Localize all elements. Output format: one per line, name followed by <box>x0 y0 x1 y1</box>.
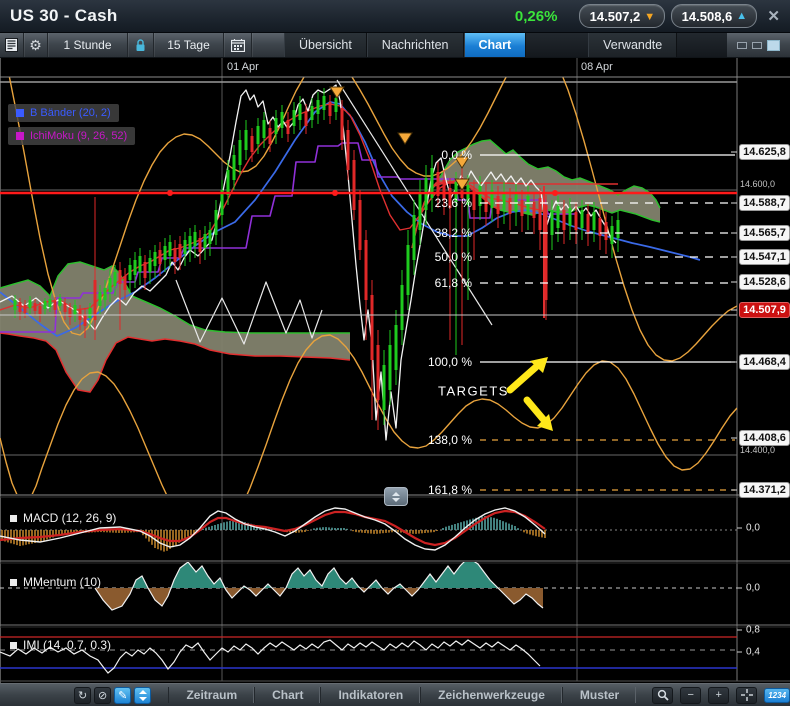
tile-large-icon[interactable] <box>767 39 780 51</box>
tool-button-indikatoren[interactable]: Indikatoren <box>320 687 420 703</box>
main-chart-layer <box>0 77 737 494</box>
change-percent: 0,26% <box>514 7 558 25</box>
sell-price-button[interactable]: 14.507,2 ▼ <box>579 4 666 28</box>
close-icon[interactable]: ✕ <box>767 7 780 25</box>
interval-dropdown[interactable]: 1 Stunde <box>48 33 128 57</box>
bottom-toolbar: ↻ ⊘ ✎ ZeitraumChart TypIndikatorenZeiche… <box>0 683 790 706</box>
tile-wide-icon[interactable] <box>752 41 762 49</box>
zoom-out-icon[interactable]: − <box>680 686 702 704</box>
panel-splitter-handle[interactable] <box>384 487 408 506</box>
splitter-down-icon <box>392 497 400 502</box>
disable-icon[interactable]: ⊘ <box>94 686 112 704</box>
arrow-up-icon: ▲ <box>736 9 748 22</box>
chart-region: 01 Apr 08 Apr B Bänder (20, 2) IchiMoku (9,… <box>0 58 790 683</box>
tool-button-zeitraum[interactable]: Zeitraum <box>168 687 254 703</box>
imi-panel <box>0 636 737 674</box>
values-1234-icon[interactable]: 1234 <box>764 687 790 703</box>
bottom-toolbar-buttons: ZeitraumChart TypIndikatorenZeichenwerkz… <box>168 684 636 706</box>
trading-app-window: US 30 - Cash 0,26% 14.507,2 ▼ 14.508,6 ▲… <box>0 0 790 706</box>
ichimoku-cloud <box>0 139 661 393</box>
news-list-icon[interactable] <box>0 33 24 57</box>
refresh-icon[interactable]: ↻ <box>74 686 92 704</box>
tab-verwandte[interactable]: Verwandte <box>588 33 678 57</box>
ask-price: 14.508,6 <box>681 8 733 24</box>
arrow-down-icon: ▼ <box>644 10 656 23</box>
titlebar-right: 0,26% 14.507,2 ▼ 14.508,6 ▲ ✕ <box>515 4 780 28</box>
tool-button-chart-typ[interactable]: Chart Typ <box>254 687 320 706</box>
tab-strip: Übersicht Nachrichten Chart Verwandte <box>284 33 727 57</box>
window-controls <box>727 33 790 57</box>
zoom-in-icon[interactable]: + <box>708 686 730 704</box>
tab-uebersicht[interactable]: Übersicht <box>284 33 367 57</box>
sort-arrows-icon[interactable] <box>134 686 152 704</box>
bottom-toolbar-zoom-group: − + 1234 <box>652 686 790 704</box>
tab-chart[interactable]: Chart <box>463 33 527 57</box>
tile-small-icon[interactable] <box>737 41 747 49</box>
chart-toolbar: ⚙ 1 Stunde 15 Tage Übersicht Nachrichten C… <box>0 33 790 58</box>
calendar-icon[interactable] <box>224 33 252 57</box>
chart-canvas[interactable] <box>0 58 790 683</box>
tool-button-zeichenwerkzeuge[interactable]: Zeichenwerkzeuge <box>420 687 562 703</box>
tool-button-muster[interactable]: Muster <box>561 687 636 703</box>
zoom-icon[interactable] <box>652 686 674 704</box>
tab-nachrichten[interactable]: Nachrichten <box>366 33 464 57</box>
range-dropdown[interactable]: 15 Tage <box>154 33 224 57</box>
pencil-icon[interactable]: ✎ <box>114 686 132 704</box>
candlesticks-layer <box>13 88 620 430</box>
macd-panel <box>0 507 737 552</box>
lock-icon[interactable] <box>128 33 154 57</box>
bid-price: 14.507,2 <box>589 8 641 24</box>
splitter-up-icon <box>392 491 400 496</box>
crosshair-icon[interactable] <box>736 686 758 704</box>
titlebar: US 30 - Cash 0,26% 14.507,2 ▼ 14.508,6 ▲… <box>0 0 790 33</box>
buy-price-button[interactable]: 14.508,6 ▲ <box>671 4 758 28</box>
page-title: US 30 - Cash <box>10 6 118 25</box>
momentum-panel <box>0 562 737 611</box>
gear-icon[interactable]: ⚙ <box>24 33 48 57</box>
